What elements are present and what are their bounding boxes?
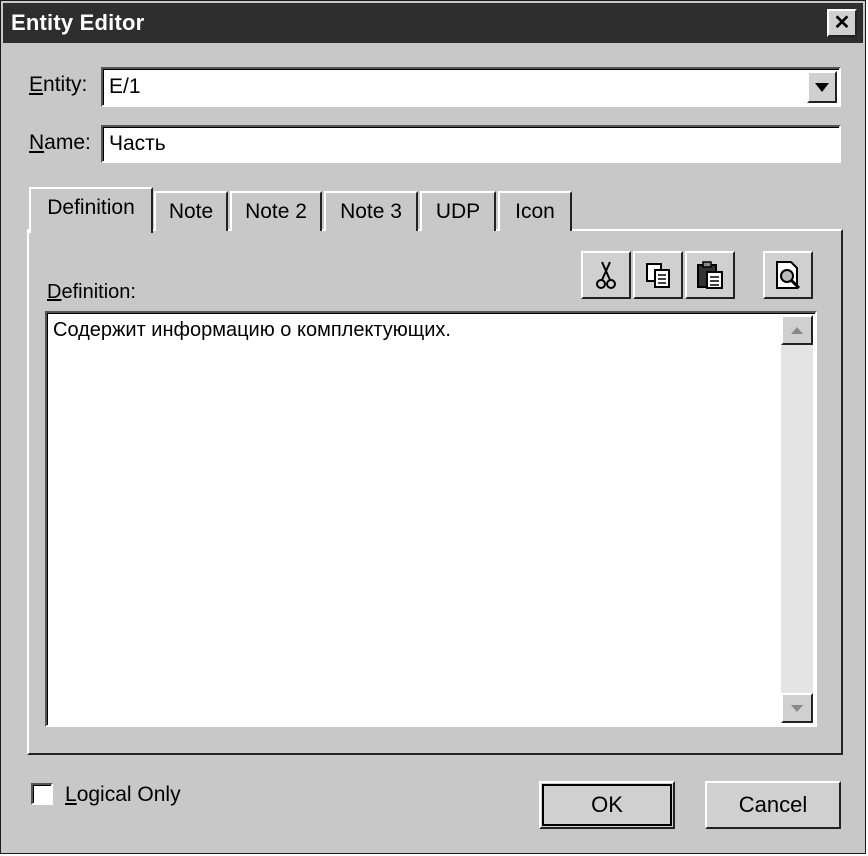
preview-button[interactable] — [763, 251, 813, 299]
cancel-button[interactable]: Cancel — [705, 781, 841, 829]
paste-icon — [697, 261, 723, 289]
tab-note-2[interactable]: Note 2 — [230, 191, 322, 231]
definition-label: Definition: — [47, 281, 136, 303]
vertical-scrollbar[interactable] — [781, 315, 813, 723]
tab-note-3[interactable]: Note 3 — [324, 191, 418, 231]
tab-icon[interactable]: Icon — [498, 191, 572, 231]
title-bar[interactable]: Entity Editor ✕ — [3, 3, 863, 43]
window-title: Entity Editor — [11, 10, 145, 35]
tab-note[interactable]: Note — [154, 191, 228, 231]
close-button[interactable]: ✕ — [827, 9, 857, 37]
tab-udp[interactable]: UDP — [420, 191, 496, 231]
arrow-up-icon — [791, 326, 803, 334]
magnify-page-icon — [776, 261, 801, 290]
definition-textarea[interactable]: Содержит информацию о комплектующих. — [45, 311, 817, 727]
cut-button[interactable] — [581, 251, 631, 299]
scroll-down-button[interactable] — [781, 693, 813, 723]
arrow-down-icon — [791, 704, 803, 712]
copy-button[interactable] — [633, 251, 683, 299]
logical-only-checkbox[interactable] — [31, 783, 53, 805]
name-input[interactable]: Часть — [101, 125, 841, 163]
scissors-icon — [596, 261, 616, 289]
entity-dropdown-button[interactable] — [807, 71, 837, 103]
copy-icon — [646, 263, 670, 288]
entity-value: E/1 — [109, 75, 141, 98]
name-value: Часть — [109, 132, 166, 155]
name-label: Name: — [29, 131, 91, 154]
definition-text: Содержит информацию о комплектующих. — [53, 319, 451, 341]
paste-button[interactable] — [685, 251, 735, 299]
scroll-up-button[interactable] — [781, 315, 813, 345]
entity-editor-dialog: Entity Editor ✕ Entity: E/1 Name: Часть … — [0, 0, 866, 854]
close-icon: ✕ — [833, 12, 851, 34]
chevron-down-icon — [815, 82, 829, 92]
entity-combobox[interactable]: E/1 — [101, 67, 841, 107]
logical-only-label[interactable]: Logical Only — [65, 783, 181, 807]
entity-label: Entity: — [29, 73, 88, 96]
ok-button[interactable]: OK — [539, 781, 675, 829]
tab-definition[interactable]: Definition — [29, 187, 153, 233]
